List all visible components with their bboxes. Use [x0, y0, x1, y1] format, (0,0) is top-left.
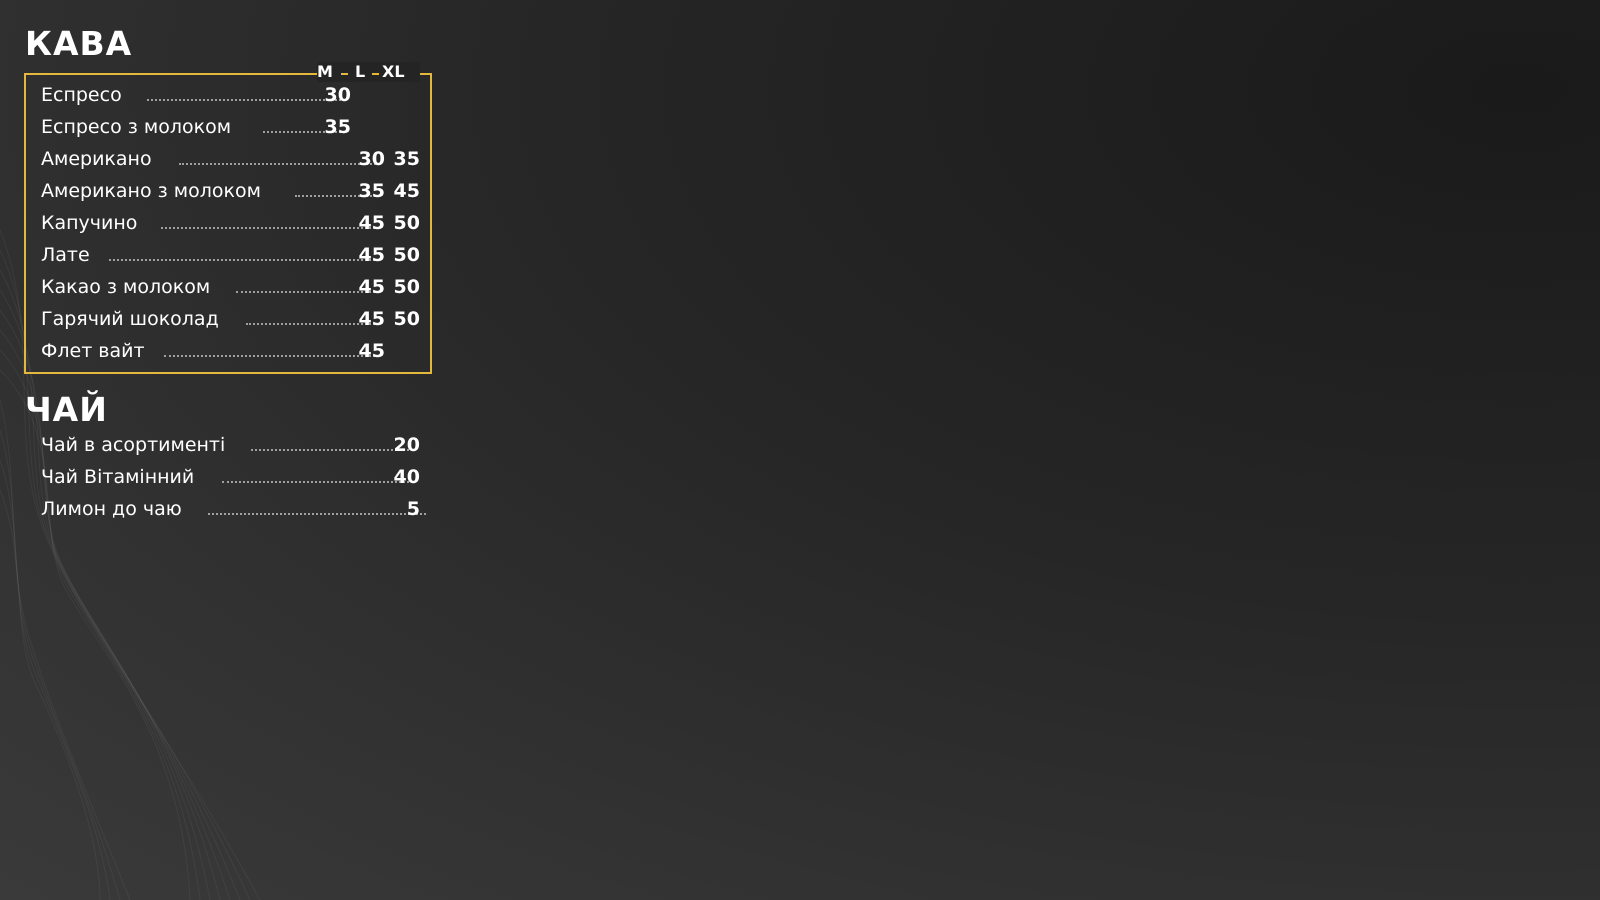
item-name: Чай в асортименті [41, 434, 226, 456]
price-l: 45 [358, 308, 385, 330]
item-name: Чай Вітамінний [41, 466, 195, 488]
price: 20 [393, 434, 420, 456]
item-name: Еспресо з молоком [41, 116, 232, 138]
item-name: Американо з молоком [41, 180, 261, 202]
dot-leader [179, 163, 379, 165]
price-l: 30 [358, 148, 385, 170]
price-l: 45 [358, 340, 385, 362]
size-l-label: L [355, 62, 366, 81]
price-l: 35 [358, 180, 385, 202]
price: 5 [406, 498, 420, 520]
price-l: 45 [358, 212, 385, 234]
item-name: Лимон до чаю [41, 498, 182, 520]
size-m-label: M [317, 62, 333, 81]
dot-leader [251, 449, 413, 451]
price-xl: 35 [393, 148, 420, 170]
dot-leader [222, 481, 413, 483]
item-name: Гарячий шоколад [41, 308, 219, 330]
size-columns-header: M L XL [317, 62, 420, 82]
item-name: Американо [41, 148, 152, 170]
item-name: Лате [41, 244, 90, 266]
item-name: Какао з молоком [41, 276, 211, 298]
price-xl: 50 [393, 308, 420, 330]
price-m: 30 [324, 84, 351, 106]
dot-leader [147, 99, 345, 101]
item-name: Капучино [41, 212, 138, 234]
price-xl: 50 [393, 244, 420, 266]
price: 40 [393, 466, 420, 488]
size-xl-label: XL [382, 62, 405, 81]
tea-section-title: ЧАЙ [25, 390, 108, 429]
price-xl: 45 [393, 180, 420, 202]
price-l: 45 [358, 244, 385, 266]
item-name: Флет вайт [41, 340, 145, 362]
price-m: 35 [324, 116, 351, 138]
dot-leader [161, 227, 379, 229]
price-xl: 50 [393, 276, 420, 298]
dot-leader [164, 355, 379, 357]
price-l: 45 [358, 276, 385, 298]
coffee-section-title: КАВА [25, 24, 133, 63]
item-name: Еспресо [41, 84, 122, 106]
dot-leader [109, 259, 379, 261]
price-xl: 50 [393, 212, 420, 234]
